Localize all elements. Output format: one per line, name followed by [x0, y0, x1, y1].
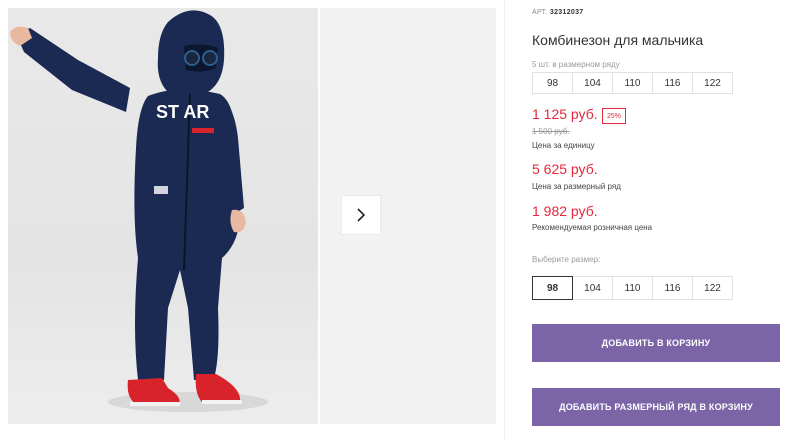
- size-set-item: 98: [532, 72, 573, 94]
- size-option-116[interactable]: 116: [652, 276, 693, 300]
- add-size-set-to-cart-button[interactable]: ДОБАВИТЬ РАЗМЕРНЫЙ РЯД В КОРЗИНУ: [532, 388, 780, 426]
- sku-label: АРТ.: [532, 9, 548, 16]
- set-price-caption: Цена за размерный ряд: [532, 182, 621, 191]
- panel-divider: [504, 0, 505, 440]
- product-title: Комбинезон для мальчика: [532, 32, 704, 48]
- unit-price: 1 125 руб.: [532, 106, 598, 122]
- size-set-item: 122: [692, 72, 733, 94]
- set-price: 5 625 руб.: [532, 161, 598, 177]
- discount-badge: 25%: [602, 108, 626, 124]
- next-image-button[interactable]: [342, 196, 380, 234]
- product-photo[interactable]: ST AR: [8, 8, 318, 424]
- size-option-110[interactable]: 110: [612, 276, 653, 300]
- size-option-104[interactable]: 104: [572, 276, 613, 300]
- product-info-panel: АРТ. 32312037 Комбинезон для мальчика 5 …: [532, 0, 782, 440]
- size-option-98[interactable]: 98: [532, 276, 573, 300]
- garment-print-text: ST AR: [156, 102, 209, 122]
- boy-in-jumpsuit-image: ST AR: [10, 10, 268, 412]
- size-set-item: 110: [612, 72, 653, 94]
- add-to-cart-button[interactable]: ДОБАВИТЬ В КОРЗИНУ: [532, 324, 780, 362]
- sku: АРТ. 32312037: [532, 9, 583, 16]
- size-set-list: 98 104 110 116 122: [532, 72, 733, 94]
- size-set-label: 5 шт. в размерном ряду: [532, 60, 620, 69]
- size-option-122[interactable]: 122: [692, 276, 733, 300]
- size-set-item: 116: [652, 72, 693, 94]
- old-price: 1 500 руб.: [532, 127, 570, 136]
- choose-size-label: Выберите размер:: [532, 255, 601, 264]
- chevron-right-icon: [357, 208, 366, 222]
- sku-value: 32312037: [549, 9, 584, 16]
- rrp-caption: Рекомендуемая розничная цена: [532, 223, 653, 232]
- size-selector: 98 104 110 116 122: [532, 276, 733, 300]
- product-gallery: ST AR: [0, 0, 504, 440]
- unit-price-caption: Цена за единицу: [532, 141, 595, 150]
- rrp-price: 1 982 руб.: [532, 203, 598, 219]
- size-set-item: 104: [572, 72, 613, 94]
